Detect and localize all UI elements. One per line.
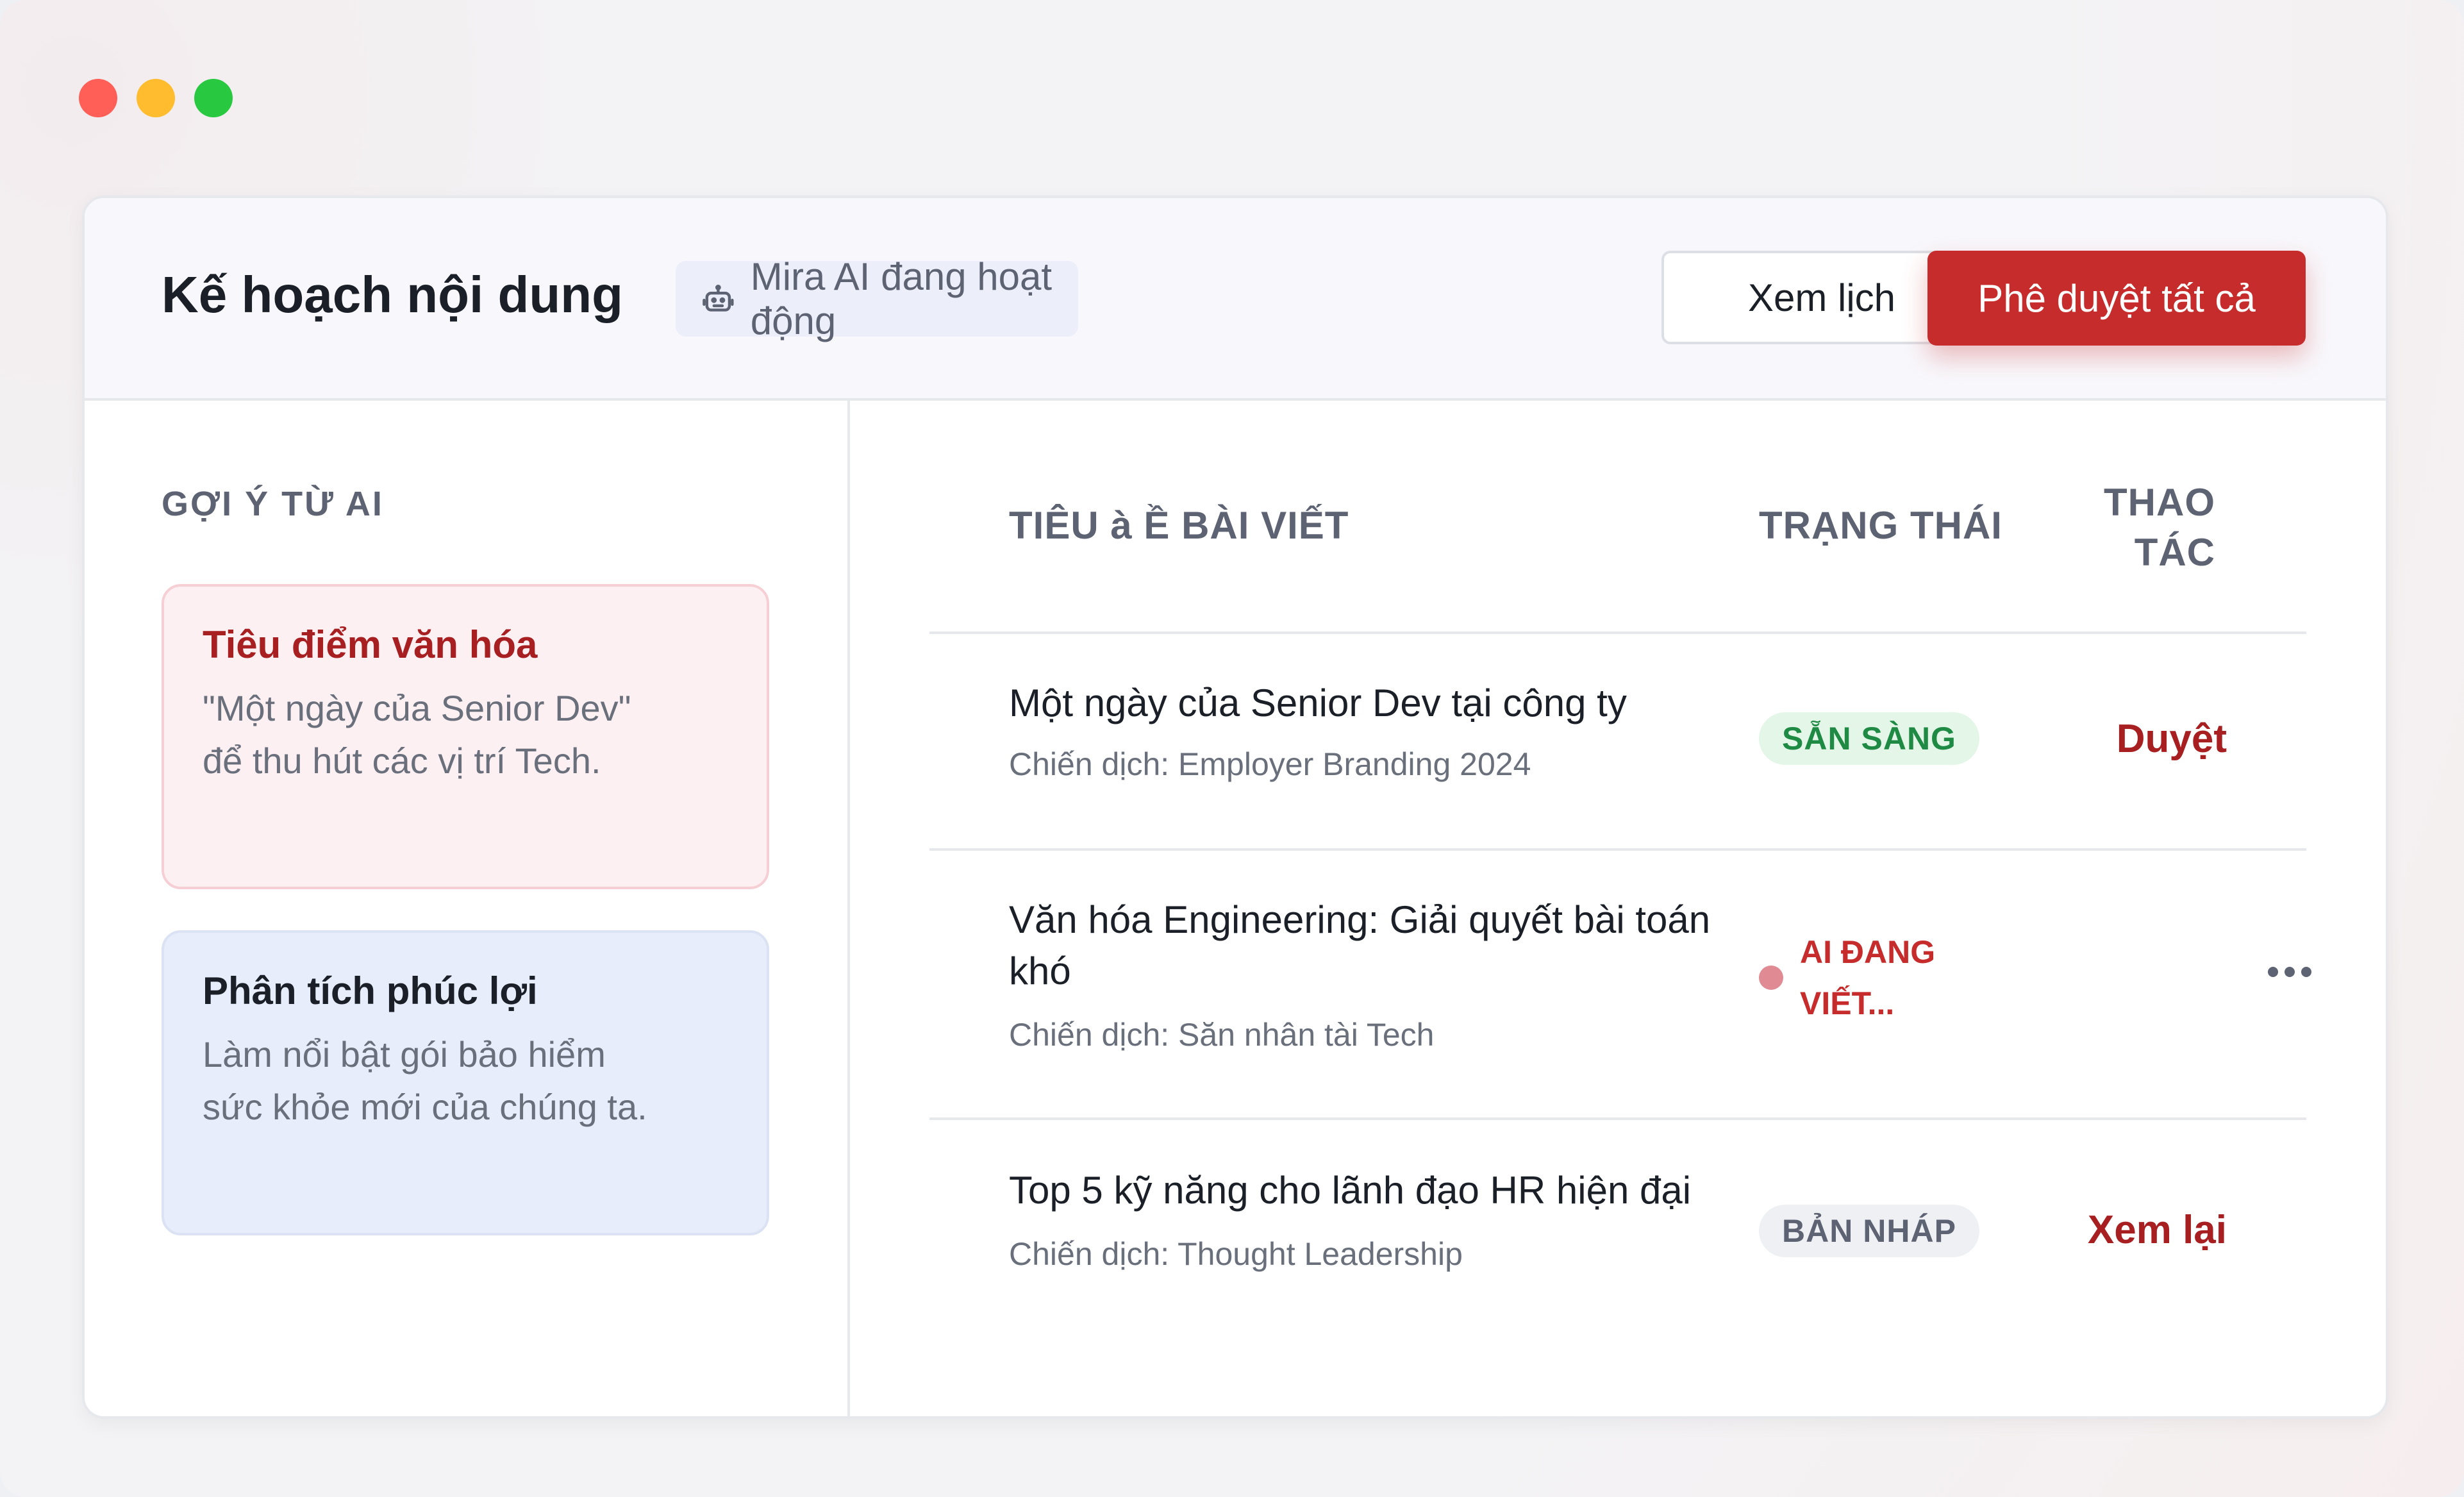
ai-suggestions-heading: GỢI Ý TỪ AI [162,485,384,523]
suggestion-title: Tiêu điểm văn hóa [203,623,538,666]
column-header-status: TRẠNG THÁI [1759,504,2002,547]
content-table: TIÊU à Ề BÀI VIẾT TRẠNG THÁI THAO TÁC Mộ… [850,401,2386,1416]
close-window-button[interactable] [79,79,117,117]
suggestion-card-benefits[interactable]: Phân tích phúc lợi Làm nổi bật gói bảo h… [162,930,769,1235]
header-divider [929,631,2306,634]
column-header-action: THAO TÁC [2104,481,2215,574]
robot-icon [703,285,734,312]
review-button[interactable]: Xem lại [2088,1207,2227,1253]
maximize-window-button[interactable] [194,79,233,117]
table-row-title[interactable]: Top 5 kỹ năng cho lãnh đạo HR hiện đại [1009,1165,1752,1216]
suggestion-description: "Một ngày của Senior Dev" để thu hút các… [203,688,631,781]
status-badge-ready: SẴN SÀNG [1759,712,1979,765]
table-row-campaign: Chiến dịch: Thought Leadership [1009,1236,1463,1272]
row-divider [929,1117,2306,1120]
writing-indicator-dot [1759,966,1783,990]
column-header-title: TIÊU à Ề BÀI VIẾT [1009,504,1349,547]
row-divider [929,848,2306,851]
ai-status-badge: Mira AI đang hoạt động [676,255,1078,342]
table-row-title[interactable]: Văn hóa Engineering: Giải quyết bài toán… [1009,894,1752,997]
window-controls [79,79,233,117]
table-row-title[interactable]: Một ngày của Senior Dev tại công ty [1009,678,1752,729]
status-badge-draft: BẢN NHÁP [1759,1205,1979,1257]
status-ai-writing: AI ĐANG VIẾT... [1759,926,1954,1029]
ai-suggestions-sidebar: GỢI Ý TỪ AI Tiêu điểm văn hóa "Một ngày … [85,401,850,1416]
table-row-campaign: Chiến dịch: Employer Branding 2024 [1009,746,1531,782]
table-row-campaign: Chiến dịch: Săn nhân tài Tech [1009,1017,1435,1053]
page-title: Kế hoạch nội dung [162,266,623,323]
suggestion-card-culture[interactable]: Tiêu điểm văn hóa "Một ngày của Senior D… [162,584,769,889]
more-horizontal-icon[interactable] [2268,967,2311,977]
suggestion-description: Làm nổi bật gói bảo hiểm sức khỏe mới củ… [203,1034,647,1127]
app-window: Kế hoạch nội dung Mira AI đang hoạt động… [0,0,2464,1497]
ai-status-text: Mira AI đang hoạt động [750,255,1053,342]
approve-all-button[interactable]: Phê duyệt tất cả [1927,251,2306,346]
minimize-window-button[interactable] [137,79,175,117]
content-plan-panel: Kế hoạch nội dung Mira AI đang hoạt động… [82,196,2388,1419]
panel-header: Kế hoạch nội dung Mira AI đang hoạt động… [85,198,2386,401]
status-ai-writing-text: AI ĐANG VIẾT... [1800,934,1936,1021]
approve-button[interactable]: Duyệt [2117,716,2227,762]
suggestion-title: Phân tích phúc lợi [203,969,538,1012]
